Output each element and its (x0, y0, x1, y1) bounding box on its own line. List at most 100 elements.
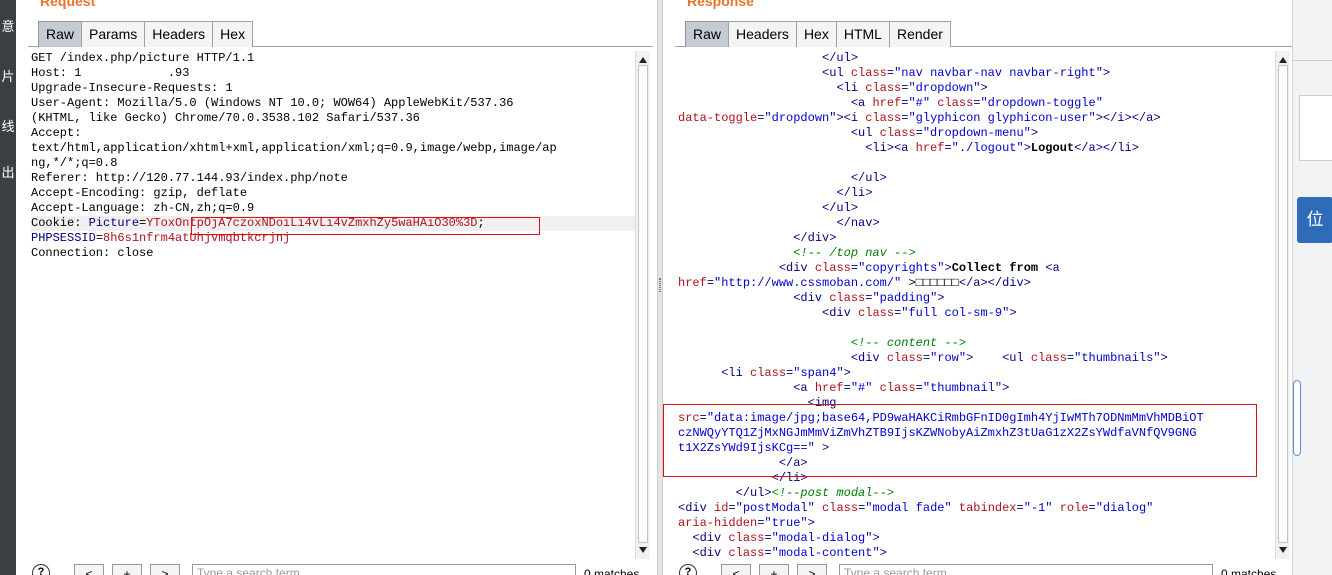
code-token: Picture (88, 216, 140, 230)
tab-headers[interactable]: Headers (144, 21, 214, 47)
match-count: 0 matches (1221, 567, 1277, 575)
code-token: <div (692, 531, 729, 545)
code-token: class (865, 111, 902, 125)
code-token: "modal-content" (771, 546, 880, 559)
tab-raw[interactable]: Raw (38, 21, 83, 47)
code-token: Referer: http://120.77.144.93/index.php/… (31, 171, 348, 185)
code-token: href (678, 276, 707, 290)
code-line: <ul class="dropdown-menu"> (678, 126, 1275, 141)
code-line: </ul> (678, 201, 1275, 216)
code-token: = (915, 381, 923, 395)
search-input[interactable]: Type a search term (839, 564, 1213, 575)
code-token: "thumbnails" (1074, 351, 1161, 365)
request-editor[interactable]: GET /index.php/picture HTTP/1.1 Host: 1 .… (28, 51, 635, 559)
tab-hex[interactable]: Hex (212, 21, 254, 47)
code-token: = (706, 276, 715, 290)
code-line: <div class="modal-dialog"> (678, 531, 1275, 546)
code-token: > (872, 531, 880, 545)
code-line: <li class="dropdown"> (678, 81, 1275, 96)
tab-params[interactable]: Params (81, 21, 146, 47)
pane-splitter[interactable] (657, 0, 663, 575)
search-input[interactable]: Type a search term (192, 564, 576, 575)
code-token: "dialog" (1095, 501, 1154, 515)
help-icon[interactable]: ? (32, 564, 50, 575)
response-raw-text: </ul> <ul class="nav navbar-nav navbar-r… (675, 51, 1275, 559)
response-scrollbar[interactable] (1275, 51, 1290, 559)
prev-button[interactable]: < (721, 564, 751, 575)
tab-raw[interactable]: Raw (685, 21, 730, 47)
code-token: > (1009, 306, 1017, 320)
code-token: "dropdown-menu" (922, 126, 1031, 140)
scroll-up-icon[interactable] (639, 57, 647, 63)
tab-hex[interactable]: Hex (795, 21, 837, 47)
code-line: text/html,application/xhtml+xml,applicat… (31, 141, 635, 156)
code-token: "padding" (872, 291, 938, 305)
scroll-down-icon[interactable] (1279, 547, 1287, 553)
response-editor[interactable]: </ul> <ul class="nav navbar-nav navbar-r… (675, 51, 1275, 559)
code-token: >□□□□□□ (901, 276, 959, 290)
tab-html[interactable]: HTML (835, 21, 890, 47)
code-line: Upgrade-Insecure-Requests: 1 (31, 81, 635, 96)
code-token: <img (807, 396, 837, 410)
splitter-grip[interactable] (659, 278, 661, 292)
code-token: tabindex (958, 501, 1017, 515)
code-line: User-Agent: Mozilla/5.0 (Windows NT 10.0… (31, 96, 635, 111)
code-token: = (886, 66, 895, 80)
code-token: class (1030, 351, 1067, 365)
add-button[interactable]: + (759, 564, 789, 575)
code-token: "true" (764, 516, 808, 530)
code-token: id (714, 501, 729, 515)
help-icon[interactable]: ? (679, 564, 697, 575)
request-title: Request (40, 0, 96, 9)
scroll-up-icon[interactable] (1279, 57, 1287, 63)
code-token: > (1160, 351, 1168, 365)
code-token: <div (692, 546, 729, 559)
code-token: <ul (850, 126, 880, 140)
code-token: <li (836, 81, 866, 95)
scroll-down-icon[interactable] (639, 547, 647, 553)
code-token: > (1002, 381, 1010, 395)
code-token: class (879, 126, 916, 140)
code-token: class (937, 96, 974, 110)
scroll-thumb[interactable] (638, 65, 648, 543)
code-line: data-toggle="dropdown"><i class="glyphic… (678, 111, 1275, 126)
code-token: <div (778, 261, 815, 275)
code-line: aria-hidden="true"> (678, 516, 1275, 531)
code-token: "#" (850, 381, 873, 395)
sidebar-char: 线 (1, 120, 15, 135)
code-token: > (980, 81, 988, 95)
prev-button[interactable]: < (74, 564, 104, 575)
code-token: src (678, 411, 700, 425)
tab-headers[interactable]: Headers (728, 21, 797, 47)
code-token: (KHTML, like Gecko) Chrome/70.0.3538.102… (31, 111, 420, 125)
code-line: </ul> (678, 171, 1275, 186)
code-token: <div (793, 291, 830, 305)
add-button[interactable]: + (112, 564, 142, 575)
code-token: "-1" (1023, 501, 1053, 515)
tab-render[interactable]: Render (888, 21, 951, 47)
code-token: Upgrade-Insecure-Requests: 1 (31, 81, 233, 95)
scroll-thumb[interactable] (1278, 65, 1288, 543)
code-token: aria-hidden (678, 516, 758, 530)
code-token: class (858, 306, 895, 320)
background-window: 位 (1292, 0, 1332, 575)
next-button[interactable]: > (150, 564, 180, 575)
request-scrollbar[interactable] (635, 51, 650, 559)
code-token: </nav> (836, 216, 880, 230)
sidebar-char: 出 (1, 166, 15, 181)
background-button[interactable]: 位 (1297, 197, 1332, 243)
code-token: <ul (1002, 351, 1031, 365)
next-button[interactable]: > (797, 564, 827, 575)
